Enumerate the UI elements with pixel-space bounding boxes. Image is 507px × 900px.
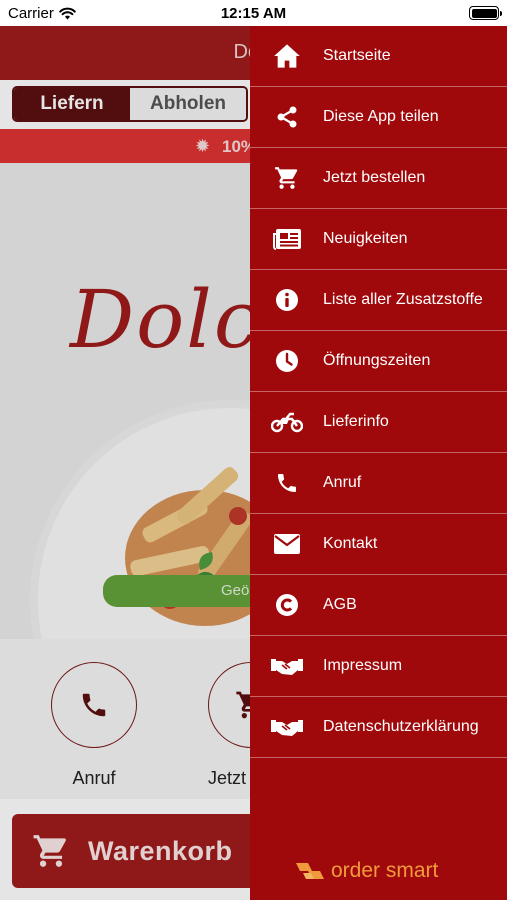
status-bar: Carrier 12:15 AM xyxy=(0,0,507,26)
menu-item-label: Anruf xyxy=(323,474,362,491)
menu-item-share-app[interactable]: Diese App teilen xyxy=(250,87,507,148)
menu-item-news[interactable]: Neuigkeiten xyxy=(250,209,507,270)
handshake-icon xyxy=(250,717,323,737)
menu-item-label: AGB xyxy=(323,596,357,613)
brand-name: order smart xyxy=(331,859,439,882)
menu-item-impressum[interactable]: Impressum xyxy=(250,636,507,697)
menu-item-label: Datenschutzerklärung xyxy=(323,718,479,735)
menu-item-label: Diese App teilen xyxy=(323,108,439,125)
menu-item-agb[interactable]: AGB xyxy=(250,575,507,636)
copyright-icon xyxy=(250,593,323,617)
motorcycle-icon xyxy=(250,411,323,433)
clock-icon xyxy=(250,349,323,373)
order-smart-brand: order smart xyxy=(295,859,438,883)
order-smart-logo-icon xyxy=(296,863,324,879)
menu-item-label: Impressum xyxy=(323,657,403,674)
menu-item-label: Liste aller Zusatzstoffe xyxy=(323,291,483,308)
menu-item-order-now[interactable]: Jetzt bestellen xyxy=(250,148,507,209)
menu-item-delivery-info[interactable]: Lieferinfo xyxy=(250,392,507,453)
menu-item-additives[interactable]: Liste aller Zusatzstoffe xyxy=(250,270,507,331)
menu-item-opening-hours[interactable]: Öffnungszeiten xyxy=(250,331,507,392)
menu-item-label: Jetzt bestellen xyxy=(323,169,426,186)
menu-item-call[interactable]: Anruf xyxy=(250,453,507,514)
menu-item-label: Lieferinfo xyxy=(323,413,389,430)
menu-item-privacy[interactable]: Datenschutzerklärung xyxy=(250,697,507,758)
menu-item-startseite[interactable]: Startseite xyxy=(250,26,507,87)
newspaper-icon xyxy=(250,228,323,250)
handshake-icon xyxy=(250,656,323,676)
phone-icon xyxy=(250,471,323,495)
menu-item-label: Öffnungszeiten xyxy=(323,352,431,369)
info-icon xyxy=(250,288,323,312)
menu-item-label: Startseite xyxy=(323,47,391,64)
status-time: 12:15 AM xyxy=(220,5,287,22)
menu-item-label: Kontakt xyxy=(323,535,378,552)
envelope-icon xyxy=(250,534,323,554)
battery-icon xyxy=(469,6,502,20)
cart-icon xyxy=(250,165,323,191)
home-icon xyxy=(250,43,323,69)
menu-item-contact[interactable]: Kontakt xyxy=(250,514,507,575)
side-menu: Startseite Diese App teilen Jetzt bestel… xyxy=(250,26,507,900)
menu-item-label: Neuigkeiten xyxy=(323,230,408,247)
share-icon xyxy=(250,105,323,129)
